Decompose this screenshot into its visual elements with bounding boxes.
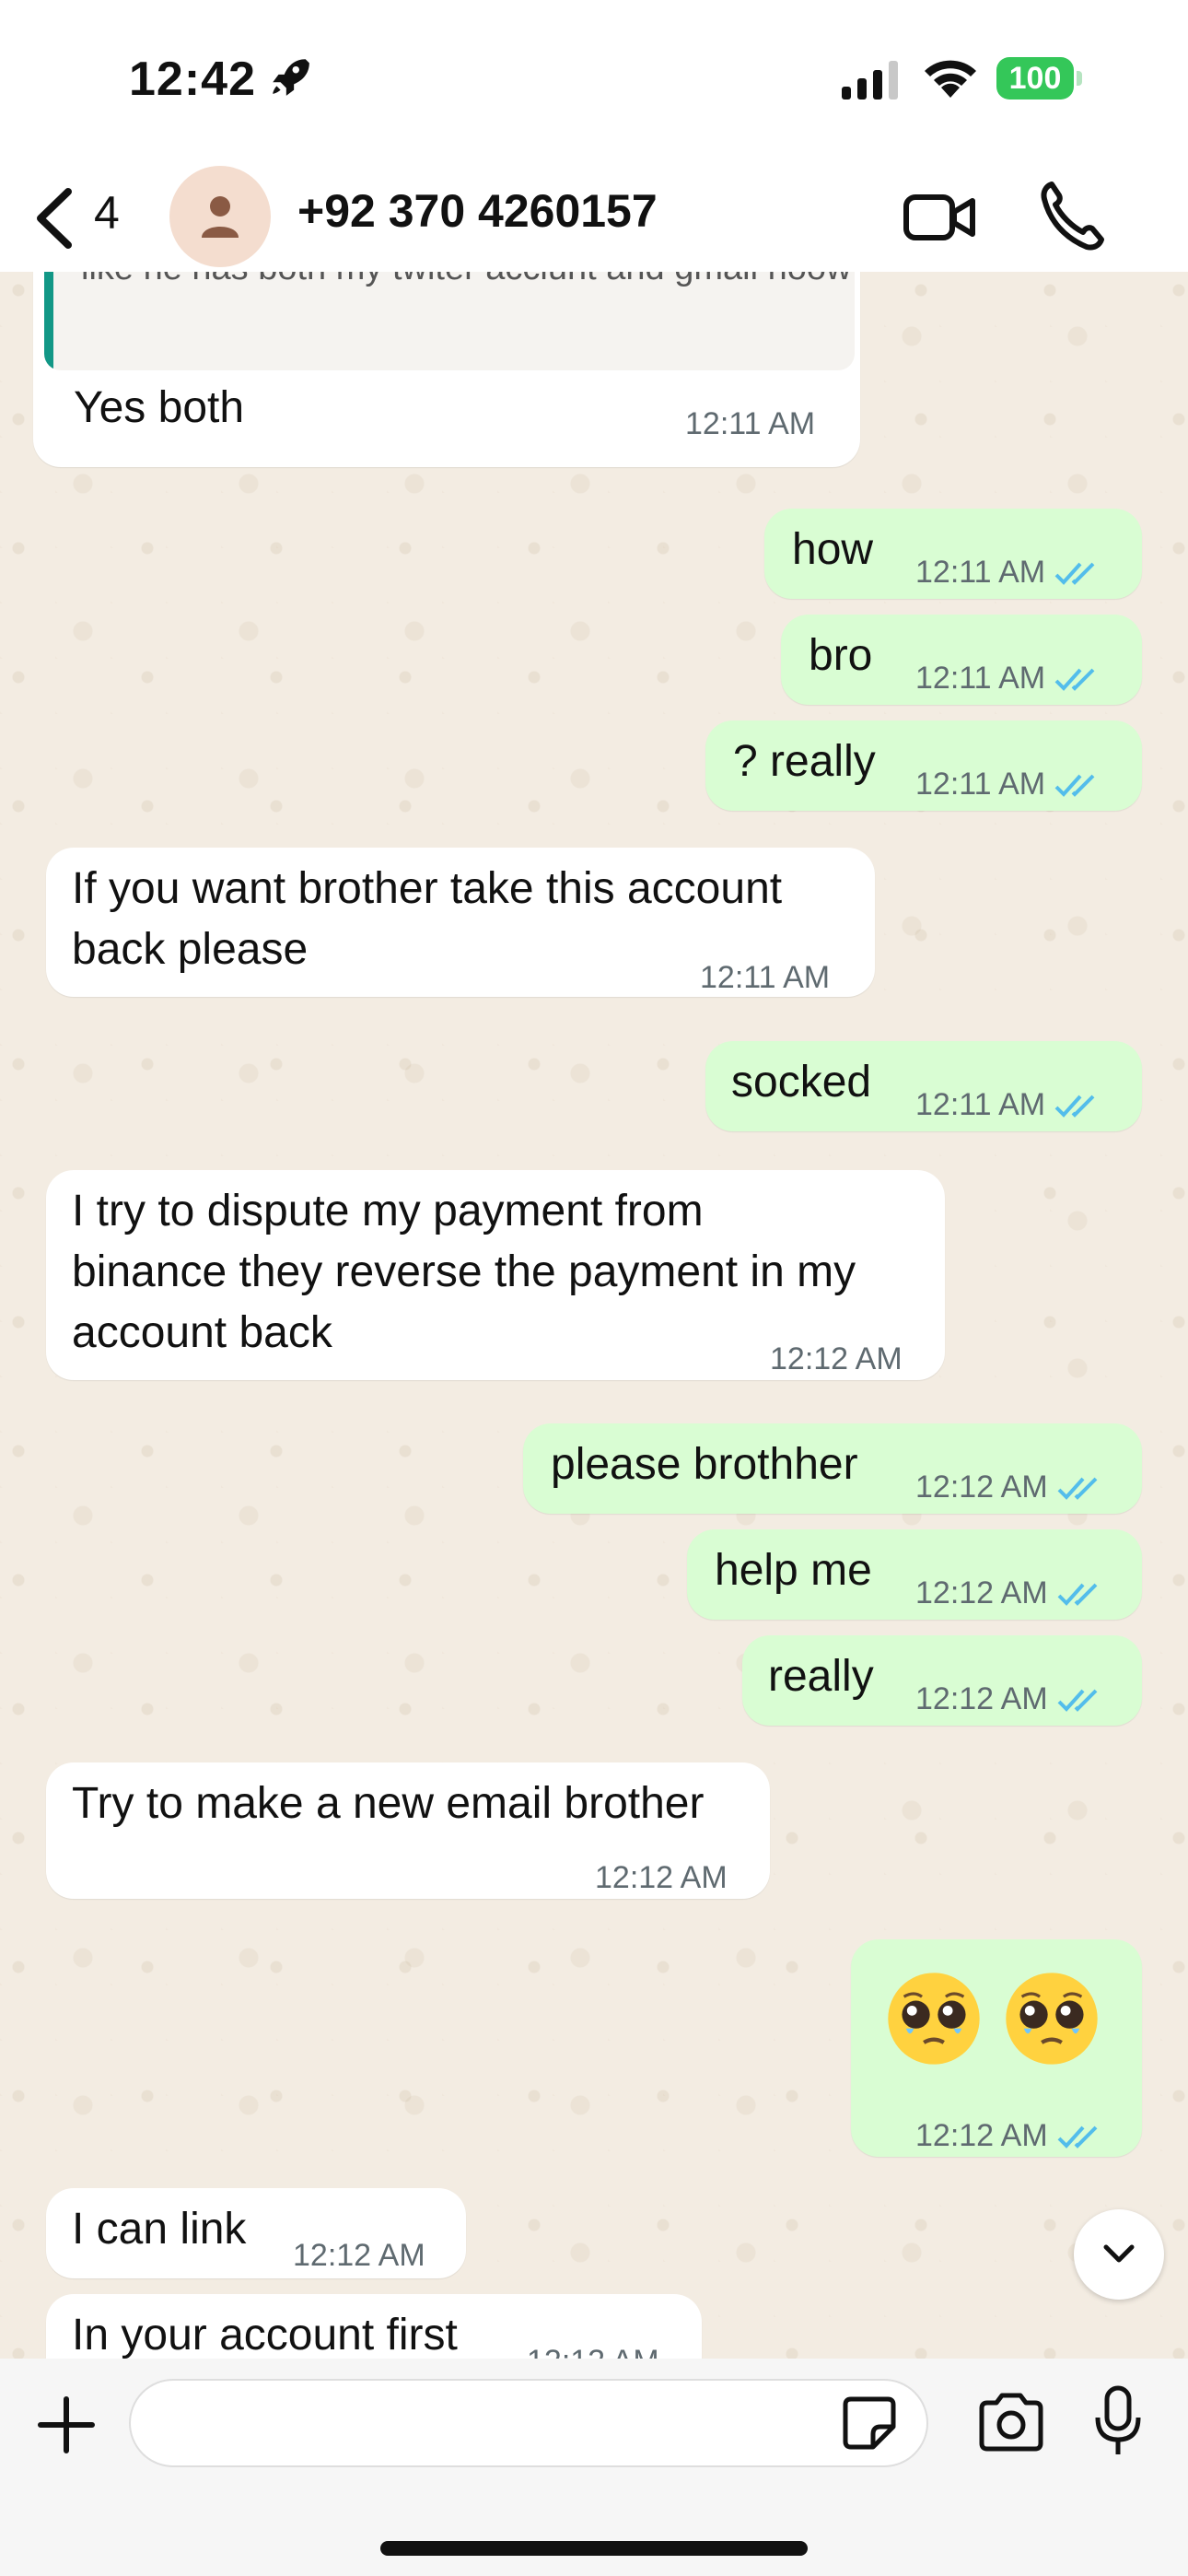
read-receipt-icon [1057,1583,1098,1606]
message-incoming[interactable]: like he has both my twiter acciunt and g… [33,272,860,467]
scroll-to-bottom-button[interactable] [1074,2209,1164,2300]
message-line: I try to dispute my payment from [72,1187,704,1235]
message-incoming[interactable]: Try to make a new email brother 12:12 AM [46,1762,770,1899]
message-text: ? really [733,737,876,786]
video-call-icon[interactable] [903,181,976,254]
message-outgoing[interactable]: please brothher 12:12 AM [523,1423,1142,1514]
message-time: 12:11 AM [915,1087,1046,1122]
message-outgoing-emoji[interactable]: 12:12 AM [851,1939,1142,2157]
message-time: 12:12 AM [915,1469,1048,1505]
message-input-container[interactable] [129,2379,928,2467]
read-receipt-icon [1057,1477,1098,1500]
clock: 12:42 [129,53,256,106]
message-text: Yes both [74,383,245,432]
message-meta: 12:12 AM [915,2105,1103,2166]
message-text: really [768,1652,874,1701]
read-receipt-icon [1054,774,1095,797]
message-meta: 12:12 AM [915,1563,1103,1623]
home-indicator[interactable] [380,2541,808,2556]
message-time: 12:12 AM [915,1575,1048,1610]
wifi-icon [925,60,976,98]
message-meta: 12:11 AM [915,542,1101,603]
chevron-down-icon [1103,2244,1135,2263]
message-composer [0,2359,1188,2576]
message-line: If you want brother take this account [72,864,783,913]
read-receipt-icon [1054,668,1095,691]
message-text: Try to make a new email brother [72,1779,705,1828]
message-time: 12:11 AM [915,661,1046,696]
message-outgoing[interactable]: bro 12:11 AM [781,615,1142,705]
person-icon [202,196,239,238]
message-list[interactable]: like he has both my twiter acciunt and g… [0,272,1188,2359]
message-time: 12:12 AM [293,2238,425,2273]
message-line: binance they reverse the payment in my [72,1247,856,1296]
pleading-face-emoji [1006,1973,1098,2065]
battery-level: 100 [996,57,1074,100]
message-text: In your account first [72,2311,458,2359]
message-incoming[interactable]: I try to dispute my payment from binance… [46,1170,945,1380]
back-chevron-icon[interactable] [28,179,83,258]
unread-count[interactable]: 4 [94,186,120,240]
message-line: account back [72,1308,332,1357]
message-text: help me [715,1546,872,1595]
battery-icon: 100 [996,57,1082,101]
message-time: 12:11 AM [915,555,1046,590]
message-time: 12:12 AM [595,1860,728,1895]
cellular-signal-icon [842,61,898,100]
rocket-icon [273,59,309,96]
message-meta: 12:11 AM [915,754,1101,814]
read-receipt-icon [1057,1689,1098,1712]
message-outgoing[interactable]: how 12:11 AM [764,509,1142,599]
read-receipt-icon [1057,2125,1098,2149]
message-outgoing[interactable]: ? really 12:11 AM [705,720,1142,811]
message-incoming[interactable]: I can link 12:12 AM [46,2188,466,2278]
read-receipt-icon [1054,1095,1095,1118]
message-text: bro [809,631,873,680]
quoted-text: like he has both my twiter acciunt and g… [81,272,855,292]
pleading-face-emoji [888,1973,980,2065]
message-time: 12:12 AM [915,1681,1048,1716]
message-incoming[interactable]: If you want brother take this account ba… [46,848,875,997]
message-time: 12:11 AM [685,406,816,441]
message-meta: 12:11 AM [915,1074,1101,1135]
avatar[interactable] [169,166,271,267]
message-time: 12:11 AM [700,960,831,995]
phone-call-icon[interactable] [1039,179,1105,252]
message-meta: 12:11 AM [915,648,1101,708]
message-meta: 12:12 AM [915,1669,1103,1729]
message-incoming[interactable]: In your account first 12:12 AM [46,2294,702,2359]
message-outgoing[interactable]: socked 12:11 AM [705,1041,1142,1131]
message-time: 12:12 AM [915,2118,1048,2153]
read-receipt-icon [1054,562,1095,585]
message-text: how [792,525,874,574]
message-time: 12:11 AM [915,767,1046,802]
camera-icon[interactable] [976,2392,1046,2453]
message-meta: 12:12 AM [915,1457,1103,1517]
sticker-icon[interactable] [840,2394,899,2453]
contact-name[interactable]: +92 370 4260157 [297,184,658,238]
microphone-icon[interactable] [1094,2384,1142,2458]
message-outgoing[interactable]: help me 12:12 AM [687,1529,1142,1620]
message-outgoing[interactable]: really 12:12 AM [742,1635,1142,1726]
message-text: I can link [72,2205,247,2254]
message-text: please brothher [551,1440,858,1489]
plus-icon[interactable] [35,2394,98,2456]
message-time: 12:12 AM [770,1341,903,1376]
status-bar: 12:42 100 [0,0,1188,166]
quoted-message[interactable]: like he has both my twiter acciunt and g… [44,272,855,370]
message-line: back please [72,925,309,974]
chat-header: 4 +92 370 4260157 [0,166,1188,273]
message-time: 12:12 AM [527,2331,659,2359]
message-text: socked [731,1058,872,1107]
message-input[interactable] [158,2394,844,2454]
